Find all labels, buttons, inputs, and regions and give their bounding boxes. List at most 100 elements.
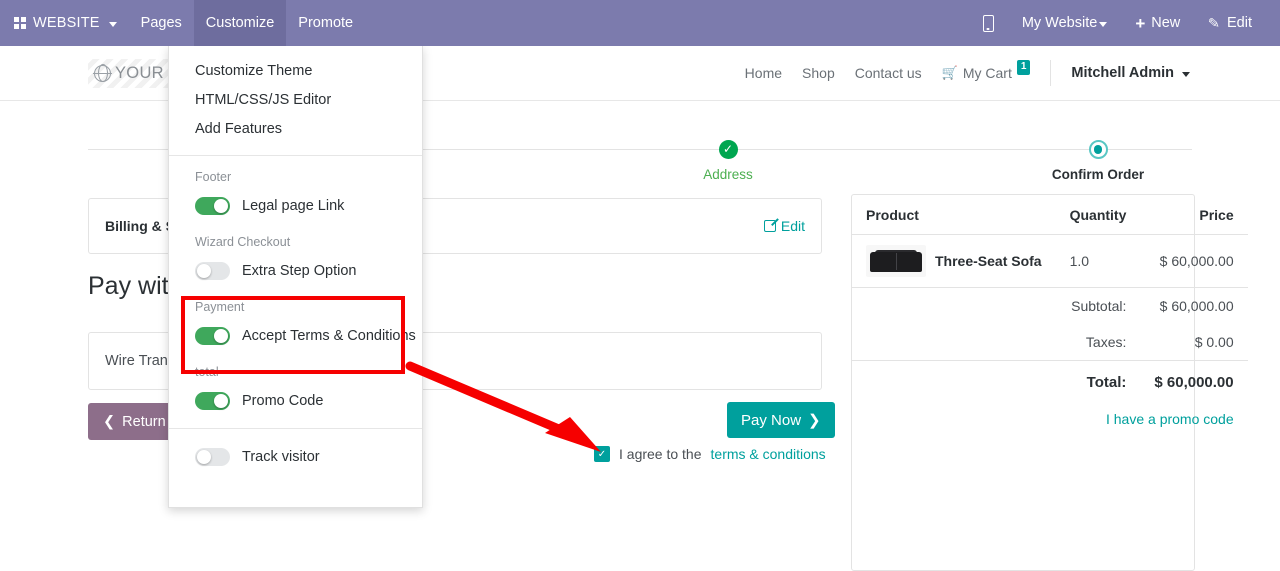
edit-button-label: Edit (1227, 15, 1252, 31)
taxes-label: Taxes: (1085, 334, 1127, 350)
wizard-step-address[interactable]: ✓ Address (643, 135, 813, 182)
chevron-left-icon: ❮ (103, 413, 116, 430)
product-quantity: 1.0 (1055, 234, 1141, 288)
menu-section-total: total (195, 365, 219, 379)
toggle-extra-step-option[interactable]: Extra Step Option (169, 256, 422, 286)
terms-and-conditions-link[interactable]: terms & conditions (711, 446, 826, 462)
user-name-label: Mitchell Admin (1071, 65, 1174, 81)
toggle-accept-terms-and-conditions-label: Accept Terms & Conditions (242, 328, 416, 344)
nav-divider (1050, 60, 1052, 86)
chevron-down-icon (108, 21, 117, 27)
toggle-promo-code-label: Promo Code (242, 393, 324, 409)
toggle-promo-code[interactable]: Promo Code (169, 386, 422, 416)
pencil-icon: ✎ (1207, 14, 1221, 31)
wizard-step-address-label: Address (703, 167, 753, 182)
toggle-legal-page-link-label: Legal page Link (242, 198, 345, 214)
product-name: Three-Seat Sofa (935, 253, 1042, 269)
order-summary-table: Product Quantity Price Three-Seat Sofa 1… (852, 195, 1248, 437)
toggle-switch-icon[interactable] (195, 327, 230, 345)
menu-divider (169, 428, 422, 429)
nav-item-my-cart[interactable]: 🛒 My Cart 1 (941, 59, 1031, 81)
taxes-row: Taxes: $ 0.00 (852, 324, 1248, 361)
customize-dropdown-menu: Customize Theme HTML/CSS/JS Editor Add F… (168, 46, 423, 508)
order-summary-header-row: Product Quantity Price (852, 195, 1248, 235)
mobile-preview-button[interactable] (969, 0, 1008, 46)
user-menu-button[interactable]: Mitchell Admin (1071, 65, 1190, 81)
taxes-value: $ 0.00 (1194, 334, 1234, 350)
toggle-switch-icon[interactable] (195, 392, 230, 410)
chevron-right-icon: ❯ (808, 412, 821, 429)
check-circle-icon: ✓ (718, 140, 738, 159)
topbar-menu-pages[interactable]: Pages (129, 0, 194, 46)
toggle-extra-step-option-label: Extra Step Option (242, 263, 357, 279)
pay-now-button[interactable]: Pay Now ❯ (727, 402, 835, 438)
column-header-price: Price (1140, 195, 1248, 235)
menu-item-add-features[interactable]: Add Features (169, 114, 422, 143)
toggle-switch-icon[interactable] (195, 262, 230, 280)
terms-and-conditions-checkbox[interactable]: ✓ (594, 446, 610, 462)
menu-section-footer: Footer (195, 170, 232, 184)
cart-count-badge: 1 (1016, 59, 1031, 75)
billing-edit-link[interactable]: Edit (763, 218, 805, 234)
mobile-preview-icon (982, 14, 994, 32)
menu-divider (169, 155, 422, 156)
subtotal-value: $ 60,000.00 (1159, 298, 1234, 314)
order-summary-panel: Product Quantity Price Three-Seat Sofa 1… (851, 194, 1248, 571)
nav-item-contact-us[interactable]: Contact us (855, 65, 922, 81)
apps-menu-button[interactable]: WEBSITE (0, 0, 129, 46)
promo-row: I have a promo code (852, 401, 1248, 437)
billing-edit-label: Edit (780, 218, 805, 234)
topbar-brand-label: WEBSITE (33, 15, 100, 31)
edit-pencil-icon (763, 220, 776, 232)
toggle-track-visitor-label: Track visitor (242, 449, 320, 465)
terms-agreement-text: I agree to the (619, 446, 702, 462)
plus-icon: + (1135, 13, 1146, 33)
menu-item-html-css-js-editor[interactable]: HTML/CSS/JS Editor (169, 85, 422, 114)
toggle-legal-page-link[interactable]: Legal page Link (169, 191, 422, 221)
billing-shipping-title: Billing & S (105, 218, 175, 234)
total-value: $ 60,000.00 (1140, 360, 1248, 401)
odoo-topbar: WEBSITE Pages Customize Promote My Websi… (0, 0, 1280, 46)
website-selector-button[interactable]: My Website (1008, 0, 1121, 46)
new-button[interactable]: + New (1121, 0, 1194, 46)
chevron-down-icon (1099, 21, 1108, 27)
topbar-menu-promote[interactable]: Promote (286, 0, 365, 46)
toggle-track-visitor[interactable]: Track visitor (169, 442, 422, 472)
nav-item-shop[interactable]: Shop (802, 65, 835, 81)
topbar-menu-customize[interactable]: Customize (193, 0, 287, 46)
column-header-quantity: Quantity (1055, 195, 1141, 235)
globe-icon (93, 64, 112, 82)
new-button-label: New (1151, 15, 1181, 31)
toggle-accept-terms-and-conditions[interactable]: Accept Terms & Conditions (169, 321, 422, 351)
cart-icon: 🛒 (941, 65, 958, 80)
pay-now-label: Pay Now (741, 411, 802, 429)
current-dot-icon (1088, 140, 1108, 159)
nav-item-home[interactable]: Home (745, 65, 782, 81)
menu-section-wizard-checkout: Wizard Checkout (195, 235, 291, 249)
edit-button[interactable]: ✎ Edit (1194, 0, 1266, 46)
website-nav: Home Shop Contact us 🛒 My Cart 1 Mitchel… (745, 59, 1280, 86)
chevron-down-icon (1182, 71, 1190, 77)
toggle-switch-icon[interactable] (195, 448, 230, 466)
grid-icon (14, 17, 26, 29)
terms-agreement-row: ✓ I agree to the terms & conditions (594, 446, 826, 462)
menu-item-customize-theme[interactable]: Customize Theme (169, 56, 422, 85)
product-cell: Three-Seat Sofa (852, 234, 1056, 288)
wizard-step-confirm-order[interactable]: Confirm Order (1013, 135, 1183, 182)
menu-section-payment: Payment (195, 300, 245, 314)
subtotal-row: Subtotal: $ 60,000.00 (852, 288, 1248, 325)
subtotal-label: Subtotal: (1071, 298, 1127, 314)
promo-code-link[interactable]: I have a promo code (1106, 411, 1234, 427)
table-row: Three-Seat Sofa 1.0 $ 60,000.00 (852, 234, 1248, 288)
column-header-product: Product (852, 195, 1056, 235)
product-thumbnail-sofa-image (866, 245, 926, 277)
payment-method-label: Wire Trans (105, 353, 176, 369)
total-label: Total: (852, 360, 1141, 401)
wizard-step-confirm-order-label: Confirm Order (1051, 167, 1145, 182)
product-price: $ 60,000.00 (1140, 234, 1248, 288)
topbar-right-group: My Website + New ✎ Edit (969, 0, 1280, 46)
total-row: Total: $ 60,000.00 (852, 360, 1248, 401)
cart-label: My Cart (962, 65, 1012, 81)
website-selector-label: My Website (1021, 15, 1098, 31)
toggle-switch-icon[interactable] (195, 197, 230, 215)
